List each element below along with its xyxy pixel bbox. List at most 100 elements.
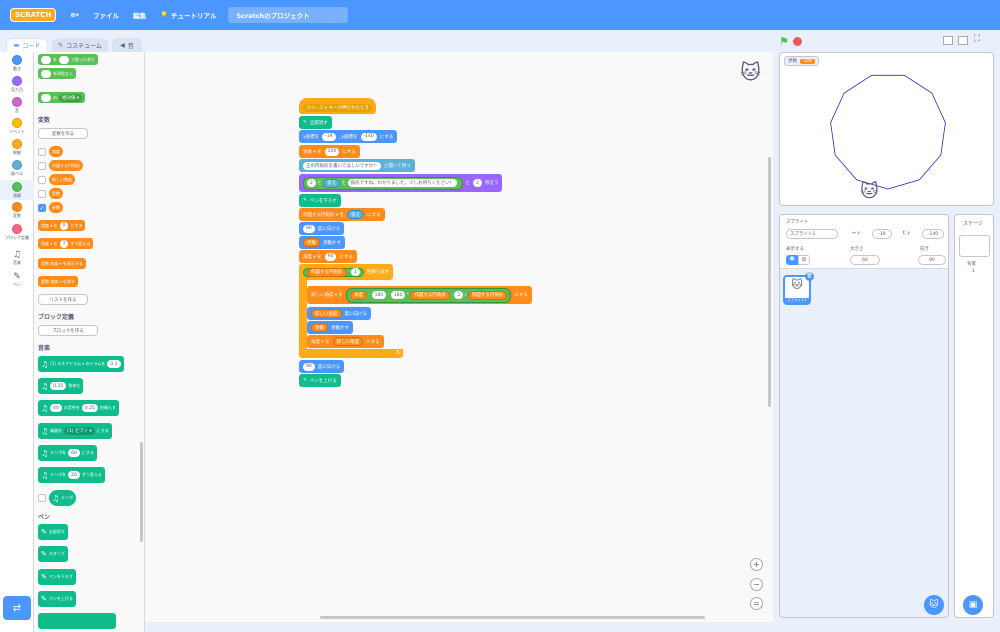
y-input[interactable]: -140 — [360, 132, 377, 141]
project-title-input[interactable]: Scratchのプロジェクト — [228, 7, 349, 23]
edit-menu[interactable]: 編集 — [133, 10, 146, 20]
when-key-pressed-block[interactable]: スペース ▾ キーが押されたとき — [299, 98, 377, 114]
backdrop-thumbnail[interactable] — [959, 235, 990, 257]
zoom-in-button[interactable]: + — [750, 558, 763, 571]
delete-sprite-icon[interactable]: 🗑 — [805, 272, 814, 281]
var-checkbox[interactable] — [38, 190, 46, 198]
hide-icon[interactable]: ⊘ — [798, 255, 810, 265]
fullscreen-icon[interactable]: ⛶ — [974, 34, 980, 44]
category-my-blocks[interactable]: ブロック定義 — [0, 224, 34, 241]
category-events[interactable]: イベント — [0, 118, 34, 135]
stage-canvas[interactable]: 歩数 100 🐱 — [779, 52, 994, 206]
var-checkbox-checked[interactable]: ✓ — [38, 204, 46, 212]
cat-sprite[interactable]: 🐱 — [860, 181, 879, 202]
category-sensing[interactable]: 調べる — [0, 160, 34, 177]
tab-code[interactable]: ▬ コード — [6, 38, 48, 52]
value-input[interactable]: 60 — [68, 449, 80, 457]
tutorial-menu[interactable]: 💡 チュートリアル — [160, 10, 217, 20]
stop-icon[interactable] — [793, 37, 802, 46]
move-steps-block[interactable]: 歩数 歩動かす — [299, 236, 345, 249]
repeat-block[interactable]: 作図する円角形 - 1 回繰り返す — [299, 264, 394, 280]
value-input[interactable]: 100 — [324, 147, 340, 156]
value-input[interactable]: 0.25 — [50, 382, 67, 390]
value-input[interactable]: 2 — [307, 179, 316, 187]
make-block-button[interactable]: ブロックを作る — [38, 325, 98, 336]
value-input[interactable]: 180 — [371, 291, 387, 299]
sides-reporter[interactable]: 作図する円角形 — [410, 290, 450, 300]
scratch-logo[interactable]: SCRATCH — [10, 8, 57, 22]
category-control[interactable]: 制御 — [0, 139, 34, 156]
subtract-operator[interactable]: 作図する円角形 - 1 — [303, 267, 364, 277]
add-sprite-button[interactable]: 🐱 — [924, 595, 944, 615]
palette-tempo-reporter[interactable]: ♫ テンポ — [49, 490, 77, 506]
key-dropdown[interactable]: スペース ▾ キーが押されたとき — [303, 103, 373, 112]
category-operators[interactable]: 演算 — [0, 180, 34, 200]
category-looks[interactable]: 見た目 — [0, 76, 34, 93]
steps-reporter[interactable]: 歩数 — [303, 238, 320, 247]
zoom-out-button[interactable]: − — [750, 578, 763, 591]
palette-note-block[interactable]: ♫ 60 の音符を 0.25 拍鳴らす — [38, 400, 119, 416]
value-input[interactable]: 90 — [324, 252, 337, 261]
add-backdrop-button[interactable]: ▣ — [963, 595, 983, 615]
answer-reporter[interactable]: 答え — [323, 178, 341, 188]
palette-show-var-block[interactable]: 変数 角度 ▾ を表示する — [38, 258, 86, 269]
variable-reporter[interactable]: 歩数 — [49, 202, 63, 213]
x-input[interactable]: -19 — [322, 132, 336, 141]
palette-scrollbar[interactable] — [140, 442, 143, 542]
category-motion[interactable]: 動き — [0, 55, 34, 72]
palette-hide-var-block[interactable]: 変数 角度 ▾ を隠す — [38, 276, 78, 287]
set-new-angle-block[interactable]: 新しい角度 ▾ を角度 - 180 - 180 * 作図する円角形 - 2 / … — [307, 286, 532, 304]
palette-mod-block[interactable]: を で割った余り — [38, 54, 98, 65]
variable-reporter[interactable]: 作図する円角形 — [49, 160, 83, 171]
palette-drum-block[interactable]: ♫ (1) スネアドラム ▾ のドラムを 0.2 — [38, 356, 124, 372]
direction-input[interactable]: 90 — [918, 255, 946, 265]
variable-reporter[interactable]: 変数 — [49, 188, 63, 199]
goto-xy-block[interactable]: x座標を -19, y座標を -140 にする — [299, 130, 398, 143]
point-new-angle-block[interactable]: 新しい角度 度に向ける — [307, 307, 371, 320]
set-angle-block[interactable]: 角度 ▾ を 90 にする — [299, 250, 357, 263]
sides-reporter[interactable]: 作図する円角形 — [467, 290, 508, 300]
pen-clear-block[interactable]: ✎ 全部消す — [299, 116, 332, 129]
make-list-button[interactable]: リストを作る — [38, 294, 88, 305]
new-angle-reporter[interactable]: 新しい角度 — [332, 337, 364, 346]
palette-stamp-block[interactable]: ✎ スタンプ — [38, 546, 68, 562]
new-angle-reporter[interactable]: 新しい角度 — [311, 309, 342, 318]
tab-sounds[interactable]: ◀ 音 — [112, 38, 142, 52]
value-input[interactable]: 20 — [68, 471, 80, 479]
file-menu[interactable]: ファイル — [93, 10, 119, 20]
category-music[interactable]: ♫ 音楽 — [0, 250, 34, 266]
abs-dropdown[interactable]: 絶対値 ▾ — [59, 93, 83, 102]
palette-pen-up-block[interactable]: ✎ ペンを上げる — [38, 591, 76, 607]
language-menu[interactable]: ⊕▾ — [70, 11, 79, 19]
ask-and-wait-block[interactable]: 正の円角形を書いてほしいですか？ と聞いて待つ — [299, 159, 415, 172]
small-stage-icon[interactable] — [943, 36, 953, 45]
green-flag-icon[interactable]: ⚑ — [779, 35, 789, 48]
palette-rest-block[interactable]: ♫ 0.25 拍休む — [38, 378, 84, 394]
value-input[interactable]: 90 — [303, 362, 315, 371]
text-input[interactable]: 角形ですね。わかりました。少しお待ちください！ — [347, 179, 458, 187]
category-variables[interactable]: 変数 — [0, 202, 34, 219]
tab-costumes[interactable]: ✎ コスチューム — [52, 38, 108, 52]
value-input[interactable]: 90 — [303, 224, 315, 233]
value-input[interactable]: 0 — [59, 221, 69, 230]
palette-set-tempo-block[interactable]: ♫ テンポを 60 にする — [38, 445, 97, 461]
value-input[interactable]: 1 — [351, 268, 360, 276]
value-input[interactable]: 0.25 — [81, 404, 98, 412]
steps-reporter[interactable]: 歩数 — [311, 323, 328, 332]
y-input[interactable]: -140 — [922, 229, 944, 239]
sprite-name-input[interactable]: スプライト1 — [786, 229, 838, 239]
size-input[interactable]: 60 — [850, 255, 880, 265]
value-input[interactable]: 2 — [454, 291, 464, 299]
add-extension-button[interactable]: ⇄ — [3, 596, 31, 620]
point-direction-block-2[interactable]: 90 度に向ける — [299, 360, 345, 373]
answer-reporter[interactable]: 答え — [347, 210, 365, 219]
join-operator[interactable]: 2 と 答え と 角形ですね。わかりました。少しお待ちください！ — [303, 176, 463, 190]
value-input[interactable]: 60 — [50, 404, 62, 412]
set-sides-block[interactable]: 作図する円角形 ▾ を答え にする — [299, 208, 385, 221]
code-workspace[interactable]: 🐱 スペース ▾ キーが押されたとき ✎ 全部消す x座標を -19, y座標を -1… — [145, 52, 773, 622]
angle-reporter[interactable]: 角度 — [350, 290, 368, 300]
workspace-hscrollbar[interactable] — [320, 616, 705, 619]
value-input[interactable]: 0.2 — [107, 360, 121, 368]
palette-set-var-block[interactable]: 角度 ▾ を 0 にする — [38, 220, 86, 231]
palette-abs-block[interactable]: の絶対値 ▾ — [38, 92, 86, 103]
